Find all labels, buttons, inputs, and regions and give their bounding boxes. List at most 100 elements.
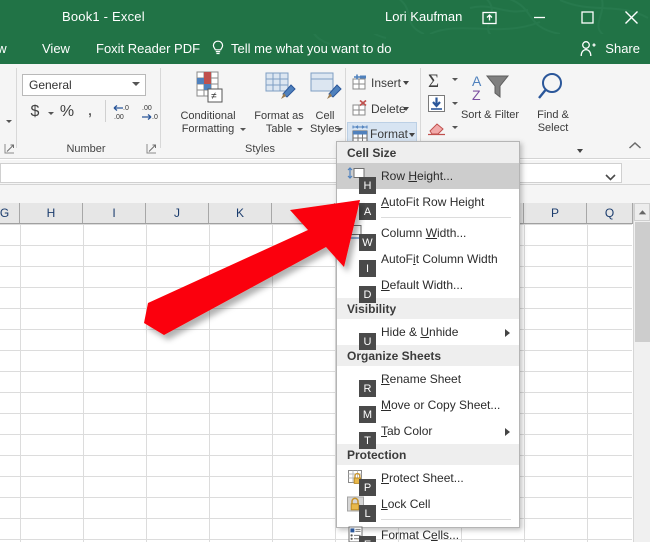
maximize-icon[interactable] <box>566 0 608 34</box>
menu-separator-2 <box>381 519 511 520</box>
format-as-table-label-1: Format as <box>248 110 310 123</box>
column-header-q[interactable]: Q <box>587 203 633 223</box>
column-header-k[interactable]: K <box>209 203 272 223</box>
delete-dropdown-icon[interactable] <box>403 107 409 111</box>
menu-item-hide-unhide-keytip: U <box>359 333 376 350</box>
chevron-down-icon[interactable] <box>132 82 140 86</box>
grid-hline <box>0 455 632 456</box>
insert-button[interactable]: Insert <box>349 71 411 95</box>
insert-dropdown-icon[interactable] <box>403 81 409 85</box>
alignment-dialog-launcher[interactable] <box>4 143 16 155</box>
menu-item-column-width[interactable]: Column Width...W <box>337 220 519 246</box>
grid-cells[interactable] <box>0 224 650 542</box>
autosum-dropdown-icon[interactable] <box>452 78 458 81</box>
menu-item-protect-sheet[interactable]: Protect Sheet...P <box>337 465 519 491</box>
grid-hline <box>0 329 632 330</box>
menu-item-format-cells-keytip: E <box>359 536 376 542</box>
cell-styles-button[interactable]: Cell Styles <box>303 70 347 136</box>
tell-me-search[interactable]: Tell me what you want to do <box>231 41 391 56</box>
clear-eraser-icon[interactable] <box>427 120 447 141</box>
share-button[interactable]: Share <box>605 41 640 56</box>
sort-and-filter-button[interactable]: A Z Sort & Filter <box>460 70 520 122</box>
ribbon-tab-bar: ew View Foxit Reader PDF Tell me what yo… <box>0 34 650 64</box>
find-and-select-button[interactable]: Find & Select <box>522 70 584 135</box>
styles-group-label: Styles <box>205 143 315 155</box>
grid-vline <box>20 224 21 542</box>
menu-item-autofit-row-height-keytip: A <box>359 203 376 220</box>
grid-hline <box>0 245 632 246</box>
clear-dropdown-icon[interactable] <box>452 126 458 129</box>
find-select-label-1: Find & <box>537 109 569 121</box>
increase-decimal-icon[interactable]: .0.00 <box>112 102 136 127</box>
menu-item-row-height[interactable]: Row Height...H <box>337 163 519 189</box>
menu-item-hide-unhide[interactable]: Hide & UnhideU <box>337 319 519 345</box>
cell-styles-dropdown-icon[interactable] <box>337 128 343 131</box>
truncated-group-arrow-icon[interactable] <box>6 120 12 123</box>
menu-item-default-width-keytip: D <box>359 286 376 303</box>
menu-item-autofit-row-height-label: AutoFit Row Height <box>381 195 484 209</box>
tab-foxit-reader-pdf[interactable]: Foxit Reader PDF <box>96 41 200 56</box>
percent-style-button[interactable]: % <box>57 102 77 122</box>
fill-dropdown-icon[interactable] <box>452 102 458 105</box>
scrollbar-thumb[interactable] <box>635 222 650 342</box>
number-format-dialog-launcher[interactable] <box>146 143 158 155</box>
conditional-formatting-button[interactable]: ≠ Conditional Formatting <box>168 70 248 136</box>
autosum-sigma-icon[interactable]: Σ <box>426 70 448 95</box>
grid-vline <box>524 224 525 542</box>
minimize-icon[interactable] <box>518 0 560 34</box>
format-dropdown-menu[interactable]: Cell SizeRow Height...HAutoFit Row Heigh… <box>336 141 520 528</box>
number-format-combo[interactable]: General <box>22 74 146 96</box>
column-header-l[interactable]: L <box>272 203 335 223</box>
menu-item-tab-color-submenu-arrow-icon <box>505 428 510 436</box>
cell-styles-label-1: Cell <box>303 110 347 123</box>
column-header-row: GHIJKLMNOPQ <box>0 203 650 224</box>
excel-window: Book1 - Excel Lori Kaufman ew View Foxit… <box>0 0 650 542</box>
grid-hline <box>0 497 632 498</box>
grid-hline <box>0 266 632 267</box>
delete-button[interactable]: Delete <box>349 97 411 121</box>
column-header-j[interactable]: J <box>146 203 209 223</box>
svg-text:.0: .0 <box>123 105 129 112</box>
svg-text:≠: ≠ <box>211 91 217 102</box>
grid-hline <box>0 413 632 414</box>
accounting-dropdown-icon[interactable] <box>48 112 54 115</box>
column-header-g[interactable]: G <box>0 203 20 223</box>
menu-item-rename-sheet[interactable]: Rename SheetR <box>337 366 519 392</box>
accounting-format-button[interactable]: $ <box>26 102 44 122</box>
formula-input[interactable] <box>0 163 622 183</box>
fill-down-icon[interactable] <box>427 94 446 118</box>
ribbon: General $ % , .0.00 .00.0 Number <box>0 64 650 159</box>
scroll-up-arrow-icon[interactable] <box>634 203 650 221</box>
grid-hline <box>0 392 632 393</box>
menu-item-rename-sheet-keytip: R <box>359 380 376 397</box>
column-header-p[interactable]: P <box>524 203 587 223</box>
conditional-formatting-dropdown-icon[interactable] <box>240 128 246 131</box>
menu-item-rename-sheet-label: Rename Sheet <box>381 372 461 386</box>
tab-review[interactable]: ew <box>0 41 7 56</box>
formula-bar-expand-chevron[interactable] <box>605 169 614 178</box>
grid-vline <box>209 224 210 542</box>
column-header-i[interactable]: I <box>83 203 146 223</box>
tab-view[interactable]: View <box>42 41 70 56</box>
format-as-table-button[interactable]: Format as Table <box>248 70 310 136</box>
column-header-h[interactable]: H <box>20 203 83 223</box>
grid-hline <box>0 287 632 288</box>
menu-item-row-height-keytip: H <box>359 177 376 194</box>
ribbon-display-options-icon[interactable] <box>468 0 510 34</box>
vertical-scrollbar[interactable] <box>633 203 650 542</box>
grid-hline <box>0 224 632 225</box>
group-separator-2 <box>160 68 161 148</box>
lightbulb-icon <box>211 40 225 63</box>
find-select-dropdown-icon[interactable] <box>577 149 583 153</box>
menu-item-move-or-copy-sheet-label: Move or Copy Sheet... <box>381 398 500 412</box>
menu-item-row-height-label: Row Height... <box>381 169 453 183</box>
menu-item-format-cells[interactable]: Format Cells...E <box>337 522 519 542</box>
svg-text:.00: .00 <box>114 114 124 121</box>
comma-style-button[interactable]: , <box>82 100 98 120</box>
format-dropdown-icon[interactable] <box>409 133 415 137</box>
group-separator-4 <box>420 68 421 148</box>
close-icon[interactable] <box>612 0 650 34</box>
collapse-ribbon-icon[interactable] <box>628 141 642 154</box>
menu-item-move-or-copy-sheet-keytip: M <box>359 406 376 423</box>
formula-bar <box>0 160 650 185</box>
